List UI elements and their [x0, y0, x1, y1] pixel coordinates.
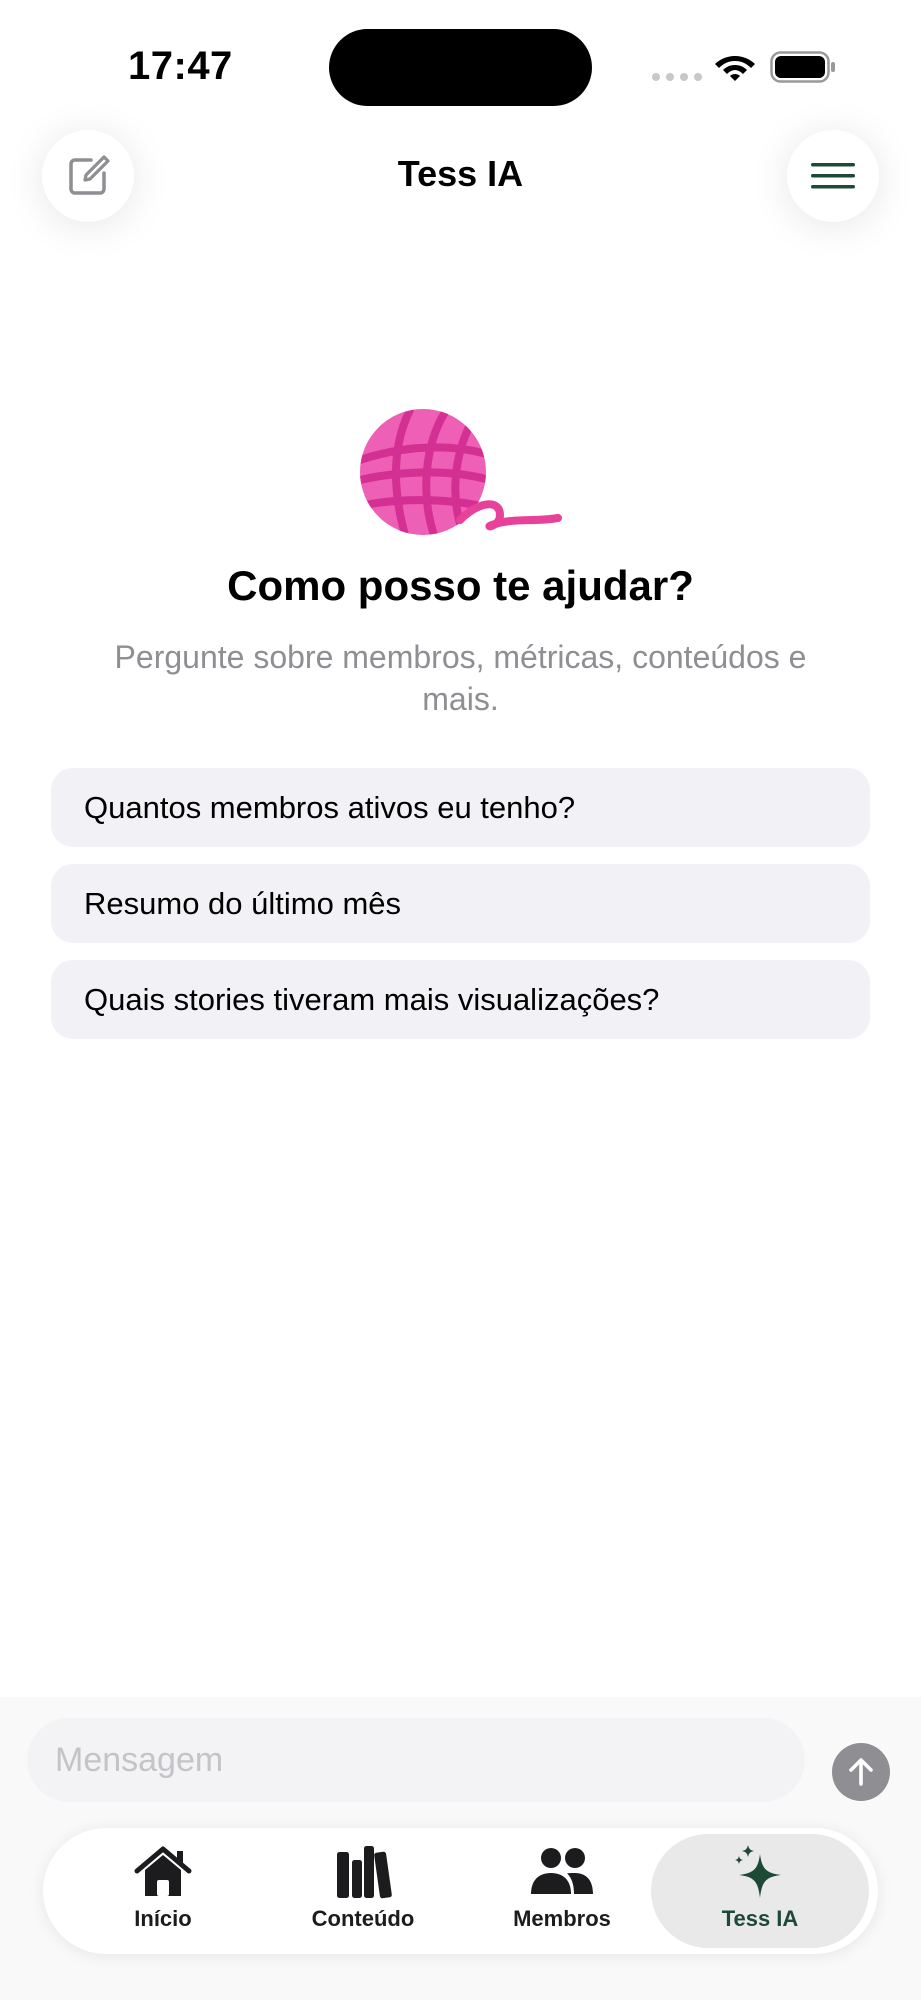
sparkles-icon [735, 1845, 781, 1898]
house-icon [134, 1846, 192, 1896]
menu-button[interactable] [787, 130, 879, 222]
people-icon [531, 1848, 593, 1894]
suggestion-chip[interactable]: Quais stories tiveram mais visualizações… [51, 960, 870, 1039]
status-time: 17:47 [128, 44, 233, 88]
tab-label: Tess IA [721, 1906, 799, 1931]
hero-title: Como posso te ajudar? [227, 562, 694, 609]
send-button[interactable] [832, 1743, 890, 1801]
arrow-up-icon [849, 1758, 873, 1786]
tab-tess-ia[interactable]: Tess IA [651, 1834, 869, 1948]
tab-label: Conteúdo [311, 1906, 415, 1931]
yarn-ball-icon [360, 409, 562, 535]
page-title: Tess IA [397, 153, 524, 194]
tab-label: Membros [513, 1906, 611, 1931]
status-bar: 17:47 [0, 0, 921, 130]
hero-subtitle: Pergunte sobre membros, métricas, conteú… [114, 639, 807, 717]
message-input[interactable] [27, 1718, 805, 1802]
tab-content[interactable]: Conteúdo [261, 1834, 465, 1948]
suggestion-chip[interactable]: Resumo do último mês [51, 864, 870, 943]
tab-home[interactable]: Início [61, 1834, 265, 1948]
wifi-icon [715, 56, 755, 81]
tab-bar: Início Conteúdo Membros Tess IA [43, 1828, 878, 1954]
hamburger-menu-icon [811, 163, 855, 189]
tab-members[interactable]: Membros [460, 1834, 664, 1948]
cellular-signal-icon [652, 73, 702, 81]
tab-label: Início [134, 1906, 192, 1931]
suggestion-chip[interactable]: Quantos membros ativos eu tenho? [51, 768, 870, 847]
dynamic-island [329, 29, 592, 106]
battery-icon [770, 51, 835, 83]
books-icon [337, 1846, 392, 1899]
